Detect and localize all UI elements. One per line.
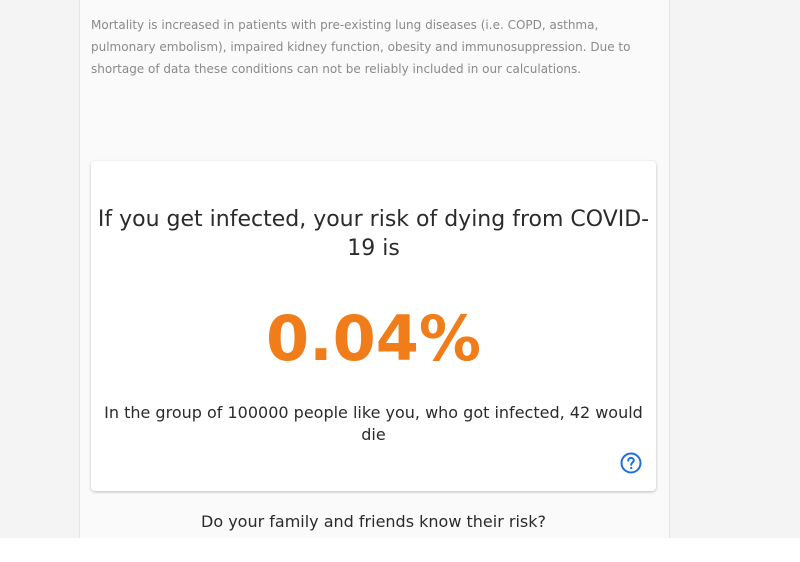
page: Mortality is increased in patients with … — [0, 0, 800, 562]
risk-result-card: If you get infected, your risk of dying … — [91, 161, 656, 491]
mortality-note: Mortality is increased in patients with … — [91, 18, 631, 76]
share-question: Do your family and friends know their ri… — [201, 512, 546, 531]
risk-percentage: 0.04% — [265, 302, 482, 375]
risk-heading: If you get infected, your risk of dying … — [97, 207, 650, 261]
risk-detail: In the group of 100000 people like you, … — [104, 403, 643, 444]
help-circle-icon — [620, 452, 642, 474]
page-bottom-strip — [0, 538, 800, 562]
help-button[interactable] — [620, 452, 642, 474]
